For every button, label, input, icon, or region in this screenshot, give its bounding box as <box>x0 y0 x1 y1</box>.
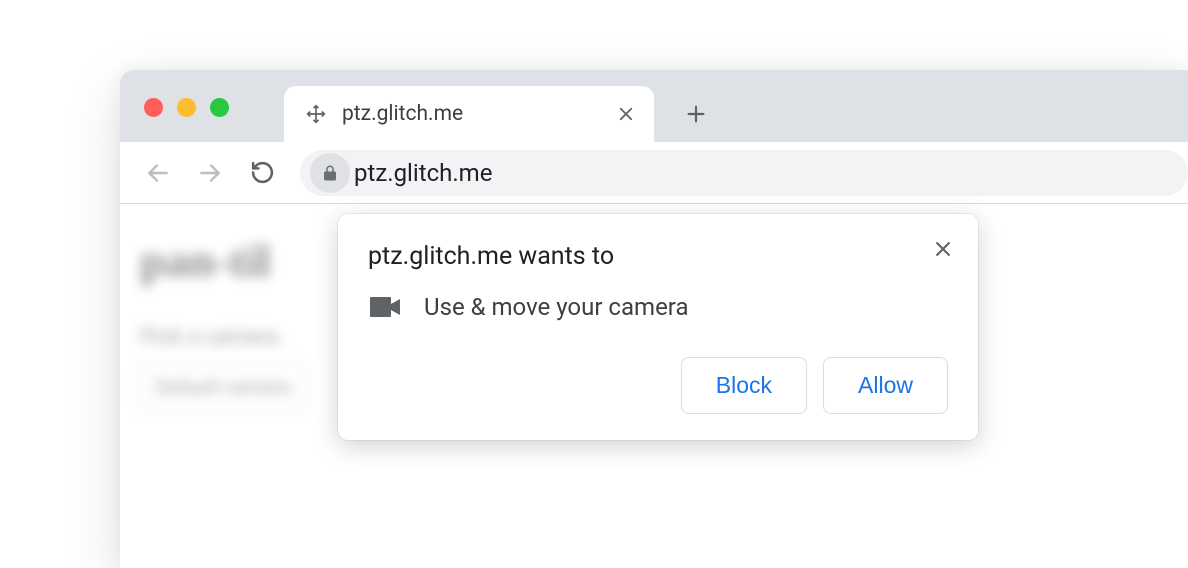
camera-icon <box>370 296 400 318</box>
browser-window: ptz.glitch.me <box>120 70 1188 568</box>
dialog-buttons: Block Allow <box>368 357 948 414</box>
site-info-button[interactable] <box>310 153 350 193</box>
block-button[interactable]: Block <box>681 357 807 414</box>
nav-toolbar: ptz.glitch.me <box>120 142 1188 204</box>
reload-button[interactable] <box>238 149 286 197</box>
address-bar[interactable]: ptz.glitch.me <box>300 150 1188 196</box>
forward-button[interactable] <box>186 149 234 197</box>
dialog-close-button[interactable] <box>926 232 960 266</box>
new-tab-button[interactable] <box>672 90 720 138</box>
tab-title: ptz.glitch.me <box>342 102 612 126</box>
camera-select[interactable]: Default camera <box>140 364 306 410</box>
permission-dialog: ptz.glitch.me wants to Use & move your c… <box>338 214 978 440</box>
permission-text: Use & move your camera <box>424 293 689 321</box>
tab-strip: ptz.glitch.me <box>120 70 1188 142</box>
tab-favicon-move-icon <box>304 102 328 126</box>
window-close-button[interactable] <box>144 98 163 117</box>
permission-row: Use & move your camera <box>368 293 948 321</box>
window-maximize-button[interactable] <box>210 98 229 117</box>
window-minimize-button[interactable] <box>177 98 196 117</box>
url-text: ptz.glitch.me <box>354 159 492 187</box>
dialog-title: ptz.glitch.me wants to <box>368 242 948 271</box>
back-button[interactable] <box>134 149 182 197</box>
allow-button[interactable]: Allow <box>823 357 948 414</box>
lock-icon <box>321 164 339 182</box>
browser-tab[interactable]: ptz.glitch.me <box>284 86 654 142</box>
window-controls <box>144 98 229 117</box>
tab-close-button[interactable] <box>612 100 640 128</box>
